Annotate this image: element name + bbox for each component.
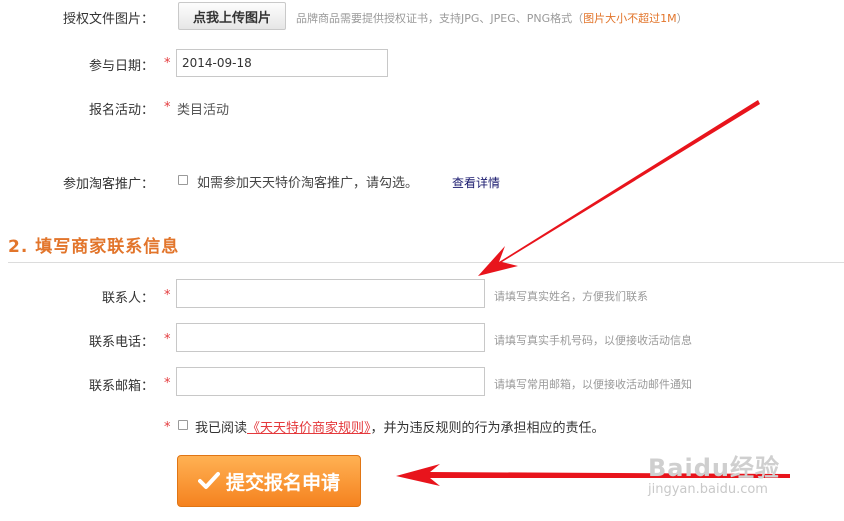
contact-phone-label: 联系电话： xyxy=(88,335,154,350)
baidu-watermark: Baidu经验 xyxy=(648,454,780,482)
baidu-watermark-url: jingyan.baidu.com xyxy=(648,482,768,497)
agree-checkbox[interactable] xyxy=(178,420,188,430)
agree-prefix: 我已阅读 xyxy=(195,421,248,436)
contact-name-hint: 请填写真实姓名，方便我们联系 xyxy=(494,290,648,303)
upload-hint-text: 品牌商品需要提供授权证书，支持JPG、JPEG、PNG格式（ xyxy=(296,12,584,25)
required-mark: * xyxy=(164,100,171,115)
required-mark: * xyxy=(164,376,171,391)
required-mark: * xyxy=(164,332,171,347)
checkmark-icon xyxy=(197,472,220,489)
agree-text: 我已阅读《天天特价商家规则》，并为违反规则的行为承担相应的责任。 xyxy=(195,417,605,436)
activity-label: 报名活动： xyxy=(88,103,154,118)
upload-hint: 品牌商品需要提供授权证书，支持JPG、JPEG、PNG格式（图片大小不超过1M） xyxy=(296,10,688,26)
upload-label: 授权文件图片： xyxy=(62,12,154,27)
view-details-link[interactable]: 查看详情 xyxy=(452,174,500,191)
date-input[interactable] xyxy=(176,49,388,77)
activity-value: 类目活动 xyxy=(177,103,230,118)
taoke-checkbox[interactable] xyxy=(178,175,188,185)
upload-image-button[interactable]: 点我上传图片 xyxy=(178,2,286,30)
taoke-label: 参加淘客推广： xyxy=(62,177,154,192)
taoke-checkbox-label: 如需参加天天特价淘客推广，请勾选。 xyxy=(197,176,419,191)
section-divider xyxy=(8,262,844,263)
contact-email-hint: 请填写常用邮箱，以便接收活动邮件通知 xyxy=(494,378,692,391)
date-label: 参与日期： xyxy=(88,59,154,74)
contact-email-label: 联系邮箱： xyxy=(88,379,154,394)
required-mark: * xyxy=(164,420,171,435)
submit-label: 提交报名申请 xyxy=(225,471,340,494)
upload-size-warning: 图片大小不超过1M xyxy=(583,12,677,25)
submit-application-button[interactable]: 提交报名申请 xyxy=(177,455,361,507)
required-mark: * xyxy=(164,56,171,71)
required-mark: * xyxy=(164,288,171,303)
contact-email-input[interactable] xyxy=(176,367,485,396)
section-title: 2. 填写商家联系信息 xyxy=(8,237,180,257)
annotation-arrows xyxy=(396,100,790,486)
arrow-to-contact-name-icon xyxy=(478,100,760,276)
upload-hint-end: ） xyxy=(676,12,688,25)
merchant-rules-link[interactable]: 《天天特价商家规则》 xyxy=(247,421,371,436)
contact-phone-hint: 请填写真实手机号码，以便接收活动信息 xyxy=(494,334,692,347)
contact-phone-input[interactable] xyxy=(176,323,485,352)
contact-name-label: 联系人： xyxy=(101,291,154,306)
agree-suffix: ，并为违反规则的行为承担相应的责任。 xyxy=(370,421,605,436)
contact-name-input[interactable] xyxy=(176,279,485,308)
